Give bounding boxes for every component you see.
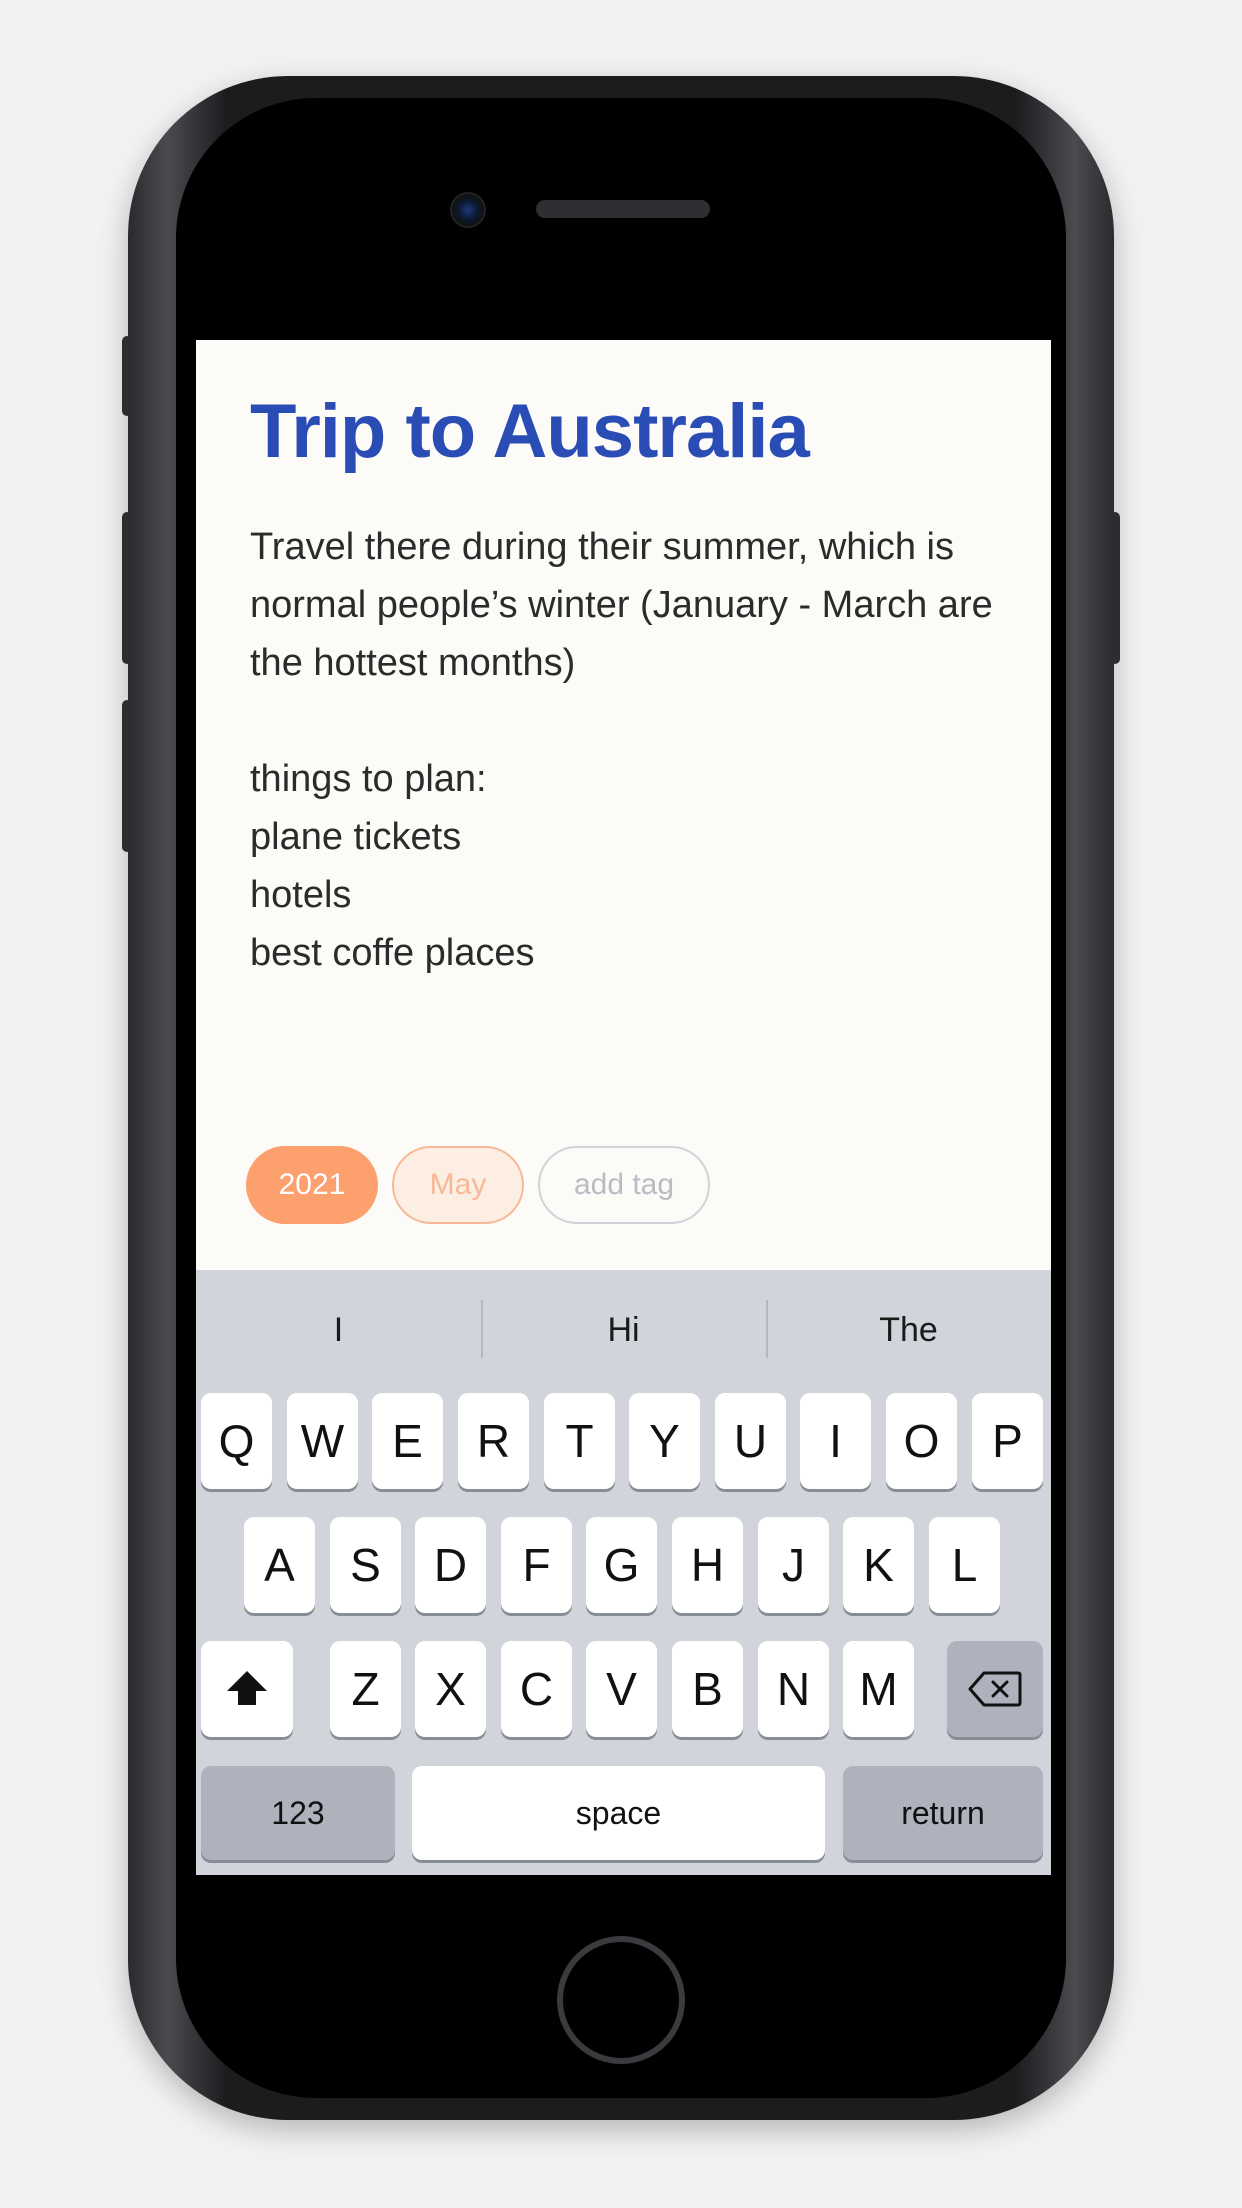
mute-switch	[122, 336, 132, 416]
key-c[interactable]: C	[501, 1641, 572, 1737]
key-m[interactable]: M	[843, 1641, 914, 1737]
key-l[interactable]: L	[929, 1517, 1000, 1613]
key-x[interactable]: X	[415, 1641, 486, 1737]
tag-year[interactable]: 2021	[246, 1146, 378, 1224]
shift-key[interactable]	[201, 1641, 293, 1737]
key-n[interactable]: N	[758, 1641, 829, 1737]
key-d[interactable]: D	[415, 1517, 486, 1613]
power-button	[1110, 512, 1120, 664]
key-g[interactable]: G	[586, 1517, 657, 1613]
suggestion-1[interactable]: I	[196, 1270, 481, 1390]
shift-icon	[227, 1671, 267, 1705]
front-camera	[450, 192, 486, 228]
key-k[interactable]: K	[843, 1517, 914, 1613]
key-a[interactable]: A	[244, 1517, 315, 1613]
key-h[interactable]: H	[672, 1517, 743, 1613]
key-y[interactable]: Y	[629, 1393, 700, 1489]
key-e[interactable]: E	[372, 1393, 443, 1489]
suggestion-3[interactable]: The	[766, 1270, 1051, 1390]
backspace-icon	[968, 1671, 1022, 1707]
suggestion-2[interactable]: Hi	[481, 1270, 766, 1390]
key-r[interactable]: R	[458, 1393, 529, 1489]
key-o[interactable]: O	[886, 1393, 957, 1489]
key-p[interactable]: P	[972, 1393, 1043, 1489]
earpiece-speaker	[536, 200, 710, 218]
return-key[interactable]: return	[843, 1766, 1043, 1860]
numbers-key[interactable]: 123	[201, 1766, 395, 1860]
key-z[interactable]: Z	[330, 1641, 401, 1737]
key-b[interactable]: B	[672, 1641, 743, 1737]
key-s[interactable]: S	[330, 1517, 401, 1613]
volume-down-button	[122, 700, 132, 852]
space-key[interactable]: space	[412, 1766, 825, 1860]
tag-month[interactable]: May	[392, 1146, 524, 1224]
key-j[interactable]: J	[758, 1517, 829, 1613]
add-tag-button[interactable]: add tag	[538, 1146, 710, 1224]
key-f[interactable]: F	[501, 1517, 572, 1613]
keyboard: I Hi The Q W E R T Y U I O P A S D F G H…	[196, 1270, 1051, 1875]
key-t[interactable]: T	[544, 1393, 615, 1489]
home-button[interactable]	[557, 1936, 685, 2064]
key-i[interactable]: I	[800, 1393, 871, 1489]
suggestion-bar: I Hi The	[196, 1270, 1051, 1390]
key-q[interactable]: Q	[201, 1393, 272, 1489]
delete-key[interactable]	[947, 1641, 1043, 1737]
key-v[interactable]: V	[586, 1641, 657, 1737]
tag-list: 2021 May add tag	[246, 1146, 710, 1224]
note-body[interactable]: Travel there during their summer, which …	[250, 518, 1020, 982]
key-u[interactable]: U	[715, 1393, 786, 1489]
note-title[interactable]: Trip to Australia	[250, 388, 810, 475]
volume-up-button	[122, 512, 132, 664]
key-w[interactable]: W	[287, 1393, 358, 1489]
note-screen: Trip to Australia Travel there during th…	[196, 340, 1051, 1875]
